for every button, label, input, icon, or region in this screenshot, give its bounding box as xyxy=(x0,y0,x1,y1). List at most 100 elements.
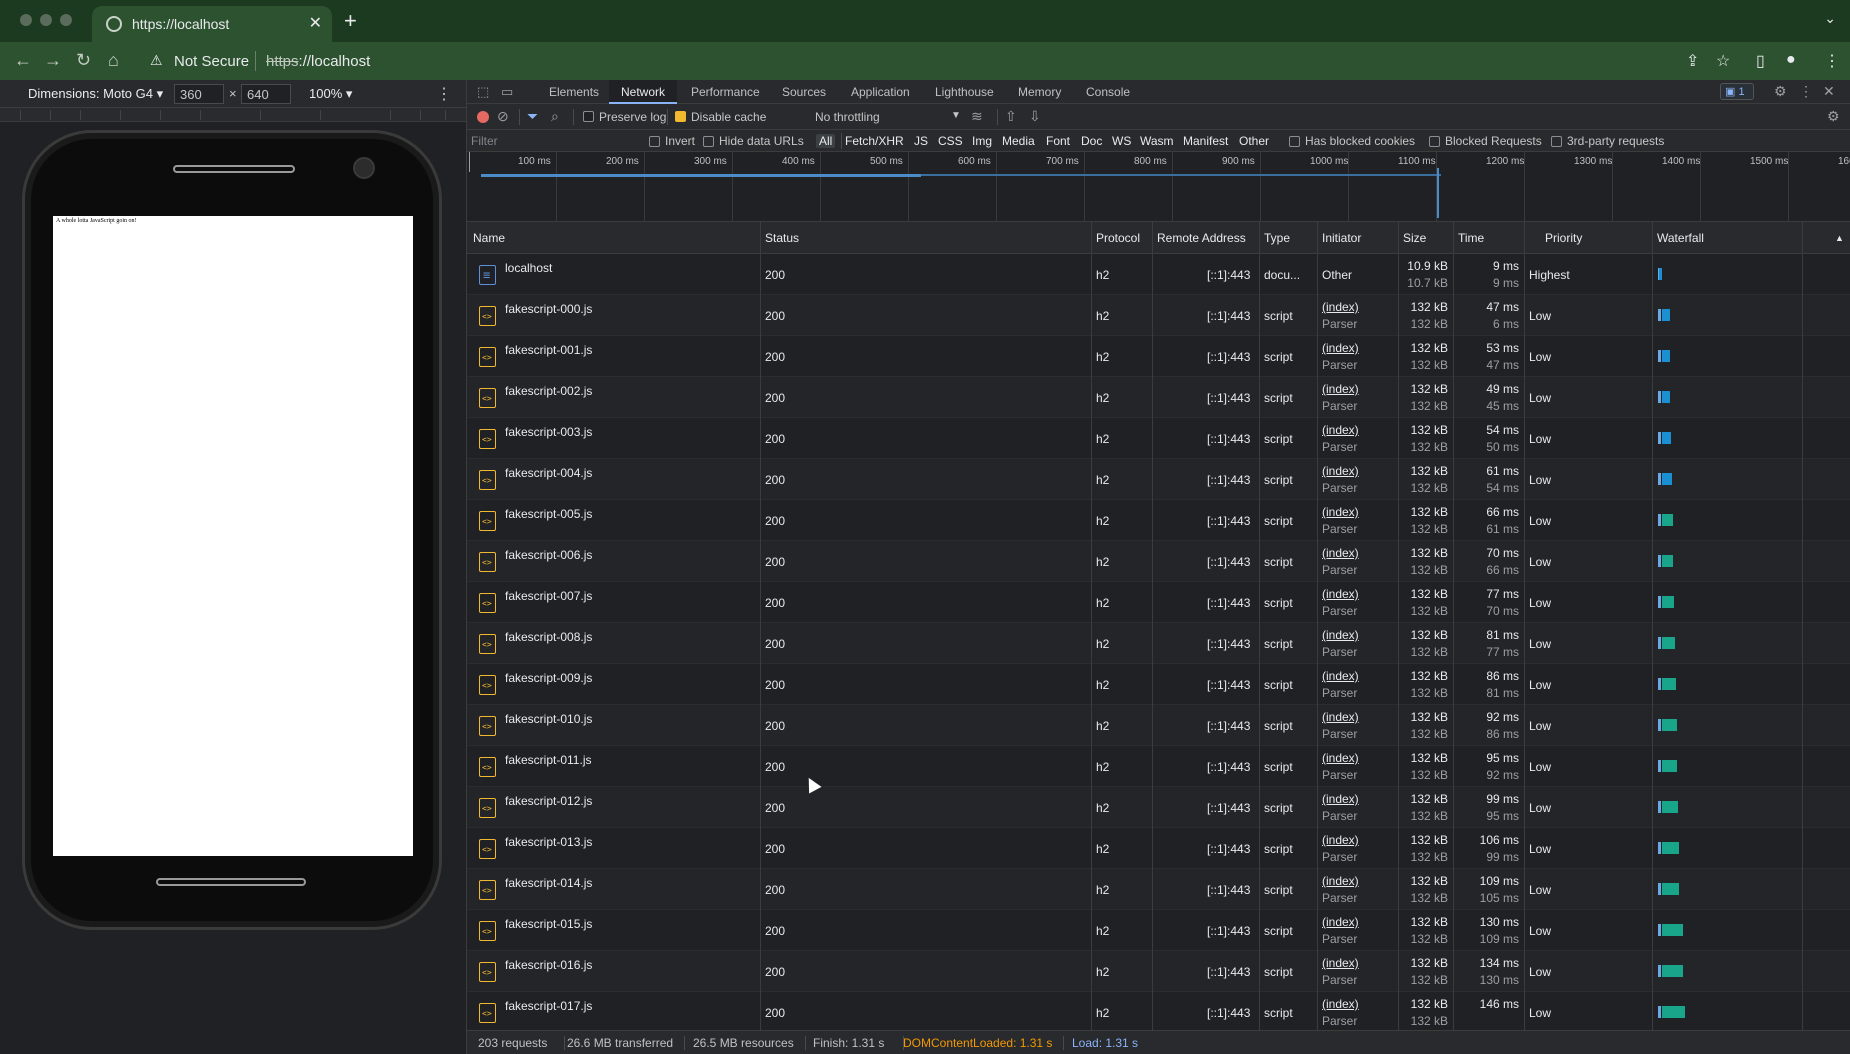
throttling-select[interactable]: No throttling xyxy=(815,110,880,124)
request-initiator[interactable]: (index) xyxy=(1322,915,1359,929)
request-name[interactable]: fakescript-008.js xyxy=(505,630,592,644)
device-menu-icon[interactable]: ⋮ xyxy=(436,84,452,104)
table-row[interactable]: localhost 200 h2 [::1]:443 docu... Other… xyxy=(467,254,1850,295)
table-row[interactable]: fakescript-016.js 200 h2 [::1]:443 scrip… xyxy=(467,951,1850,992)
disable-cache-checkbox[interactable] xyxy=(675,111,686,122)
tab-memory[interactable]: Memory xyxy=(1018,80,1061,104)
request-initiator[interactable]: (index) xyxy=(1322,874,1359,888)
tab-search-chevron-icon[interactable]: ⌄ xyxy=(1824,10,1836,27)
warning-icon[interactable]: ⚠ xyxy=(150,52,163,69)
filter-type-js[interactable]: JS xyxy=(914,134,928,148)
tab-network[interactable]: Network xyxy=(609,80,678,104)
column-header-size[interactable]: Size xyxy=(1403,231,1426,245)
request-initiator[interactable]: (index) xyxy=(1322,628,1359,642)
table-row[interactable]: fakescript-015.js 200 h2 [::1]:443 scrip… xyxy=(467,910,1850,951)
import-har-icon[interactable]: ⇧ xyxy=(1005,108,1017,125)
inspect-element-icon[interactable]: ⬚ xyxy=(477,84,489,100)
column-header-type[interactable]: Type xyxy=(1264,231,1290,245)
request-name[interactable]: fakescript-000.js xyxy=(505,302,592,316)
device-dimensions-select[interactable]: Dimensions: Moto G4 ▾ xyxy=(28,86,163,102)
device-viewport[interactable]: A whole lotta JavaScript goin on! xyxy=(53,216,413,856)
request-name[interactable]: fakescript-006.js xyxy=(505,548,592,562)
third-party-checkbox[interactable] xyxy=(1551,136,1562,147)
request-name[interactable]: fakescript-003.js xyxy=(505,425,592,439)
table-row[interactable]: fakescript-008.js 200 h2 [::1]:443 scrip… xyxy=(467,623,1850,664)
forward-arrow-icon[interactable]: → xyxy=(44,50,62,71)
request-name[interactable]: fakescript-014.js xyxy=(505,876,592,890)
tab-sources[interactable]: Sources xyxy=(782,80,826,104)
maximize-window-button[interactable] xyxy=(60,14,72,26)
network-settings-gear-icon[interactable]: ⚙ xyxy=(1827,108,1840,125)
table-row[interactable]: fakescript-009.js 200 h2 [::1]:443 scrip… xyxy=(467,664,1850,705)
tab-application[interactable]: Application xyxy=(851,80,910,104)
request-name[interactable]: fakescript-002.js xyxy=(505,384,592,398)
table-row[interactable]: fakescript-010.js 200 h2 [::1]:443 scrip… xyxy=(467,705,1850,746)
settings-gear-icon[interactable]: ⚙ xyxy=(1774,83,1787,100)
request-name[interactable]: fakescript-015.js xyxy=(505,917,592,931)
new-tab-button[interactable]: + xyxy=(344,8,357,34)
table-row[interactable]: fakescript-004.js 200 h2 [::1]:443 scrip… xyxy=(467,459,1850,500)
request-initiator[interactable]: (index) xyxy=(1322,546,1359,560)
request-initiator[interactable]: (index) xyxy=(1322,464,1359,478)
record-icon[interactable] xyxy=(477,111,489,123)
request-initiator[interactable]: (index) xyxy=(1322,587,1359,601)
device-height-input[interactable] xyxy=(241,84,291,104)
request-name[interactable]: fakescript-012.js xyxy=(505,794,592,808)
request-name[interactable]: fakescript-007.js xyxy=(505,589,592,603)
export-har-icon[interactable]: ⇩ xyxy=(1029,108,1041,125)
table-row[interactable]: fakescript-014.js 200 h2 [::1]:443 scrip… xyxy=(467,869,1850,910)
invert-checkbox[interactable] xyxy=(649,136,660,147)
side-panel-icon[interactable]: ▯ xyxy=(1756,51,1765,71)
has-blocked-cookies-checkbox[interactable] xyxy=(1289,136,1300,147)
close-tab-icon[interactable]: ✕ xyxy=(309,13,322,33)
filter-type-manifest[interactable]: Manifest xyxy=(1183,134,1228,148)
column-header-waterfall[interactable]: Waterfall xyxy=(1657,231,1704,245)
request-initiator[interactable]: (index) xyxy=(1322,710,1359,724)
filter-type-doc[interactable]: Doc xyxy=(1081,134,1102,148)
url-text[interactable]: https://localhost xyxy=(266,53,370,70)
close-devtools-icon[interactable]: ✕ xyxy=(1823,83,1835,100)
filter-type-other[interactable]: Other xyxy=(1239,134,1269,148)
reload-icon[interactable]: ↻ xyxy=(76,50,91,71)
share-icon[interactable]: ⇪ xyxy=(1686,51,1699,71)
close-window-button[interactable] xyxy=(20,14,32,26)
table-row[interactable]: fakescript-007.js 200 h2 [::1]:443 scrip… xyxy=(467,582,1850,623)
filter-type-font[interactable]: Font xyxy=(1046,134,1070,148)
request-initiator[interactable]: (index) xyxy=(1322,300,1359,314)
table-row[interactable]: fakescript-002.js 200 h2 [::1]:443 scrip… xyxy=(467,377,1850,418)
filter-type-css[interactable]: CSS xyxy=(938,134,963,148)
request-initiator[interactable]: (index) xyxy=(1322,751,1359,765)
tab-performance[interactable]: Performance xyxy=(691,80,760,104)
network-conditions-icon[interactable]: ≋ xyxy=(971,108,983,125)
more-options-icon[interactable]: ⋮ xyxy=(1799,83,1813,100)
sort-ascending-icon[interactable]: ▲ xyxy=(1835,233,1844,243)
request-initiator[interactable]: (index) xyxy=(1322,792,1359,806)
browser-tab[interactable]: https://localhost ✕ xyxy=(92,6,332,42)
table-row[interactable]: fakescript-000.js 200 h2 [::1]:443 scrip… xyxy=(467,295,1850,336)
profile-avatar-icon[interactable]: ● xyxy=(1786,51,1796,69)
security-label[interactable]: Not Secure xyxy=(174,53,249,70)
filter-type-fetch-xhr[interactable]: Fetch/XHR xyxy=(845,134,904,148)
table-row[interactable]: fakescript-012.js 200 h2 [::1]:443 scrip… xyxy=(467,787,1850,828)
request-name[interactable]: fakescript-004.js xyxy=(505,466,592,480)
filter-icon[interactable]: ⏷ xyxy=(527,108,538,125)
request-name[interactable]: fakescript-013.js xyxy=(505,835,592,849)
filter-type-all[interactable]: All xyxy=(816,134,836,148)
column-header-time[interactable]: Time xyxy=(1458,231,1484,245)
hide-data-urls-checkbox[interactable] xyxy=(703,136,714,147)
address-bar[interactable]: ⚠ Not Secure https://localhost xyxy=(138,47,1668,75)
request-initiator[interactable]: (index) xyxy=(1322,505,1359,519)
minimize-window-button[interactable] xyxy=(40,14,52,26)
table-row[interactable]: fakescript-013.js 200 h2 [::1]:443 scrip… xyxy=(467,828,1850,869)
table-row[interactable]: fakescript-011.js 200 h2 [::1]:443 scrip… xyxy=(467,746,1850,787)
filter-type-img[interactable]: Img xyxy=(972,134,992,148)
filter-type-ws[interactable]: WS xyxy=(1112,134,1131,148)
device-width-input[interactable] xyxy=(174,84,224,104)
request-name[interactable]: localhost xyxy=(505,261,552,275)
table-row[interactable]: fakescript-006.js 200 h2 [::1]:443 scrip… xyxy=(467,541,1850,582)
request-name[interactable]: fakescript-011.js xyxy=(505,753,591,767)
request-name[interactable]: fakescript-017.js xyxy=(505,999,592,1013)
column-header-priority[interactable]: Priority xyxy=(1545,231,1582,245)
zoom-select[interactable]: 100% ▾ xyxy=(309,86,352,102)
request-initiator[interactable]: (index) xyxy=(1322,423,1359,437)
